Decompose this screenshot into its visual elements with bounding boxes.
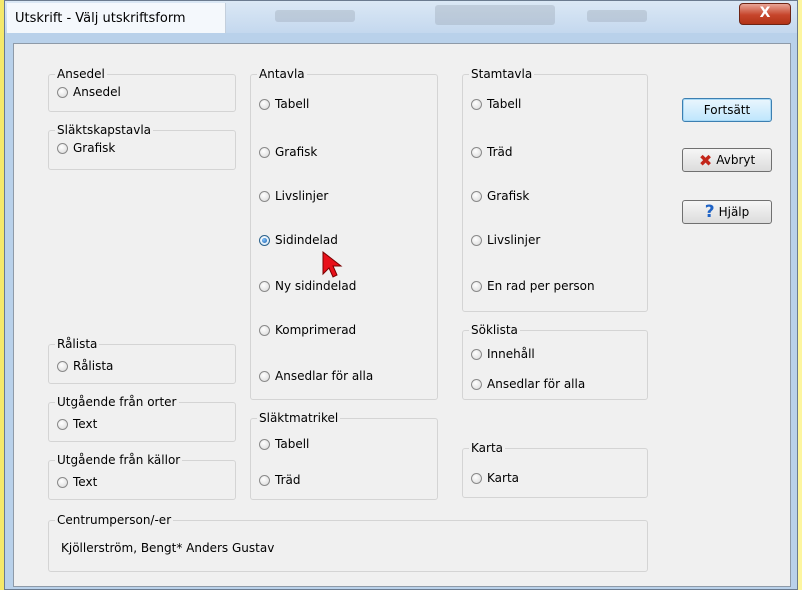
red-x-icon: ✖: [698, 150, 713, 170]
help-button[interactable]: ? Hjälp: [682, 200, 772, 224]
group-title: Söklista: [469, 322, 520, 338]
group-ralista: Rålista Rålista: [48, 336, 236, 384]
radio-stamtavla-grafisk[interactable]: Grafisk: [471, 189, 529, 203]
radio-ralista[interactable]: Rålista: [57, 359, 113, 373]
centrumperson-value: Kjöllerström, Bengt* Anders Gustav: [61, 541, 275, 555]
radio-antavla-grafisk[interactable]: Grafisk: [259, 145, 317, 159]
radio-button-icon: [471, 98, 482, 110]
group-utgaende-kallor: Utgående från källor Text: [48, 452, 236, 500]
radio-button-icon: [259, 324, 270, 336]
radio-slaktmatrikel-tabell[interactable]: Tabell: [259, 437, 309, 451]
window-title: Utskrift - Välj utskriftsform: [15, 11, 186, 26]
question-mark-icon: ?: [704, 202, 715, 222]
radio-orter-text[interactable]: Text: [57, 417, 97, 431]
dialog-window: Utskrift - Välj utskriftsform X Ansedel …: [4, 0, 798, 590]
group-title: Ansedel: [55, 66, 107, 82]
group-title: Utgående från källor: [55, 452, 183, 468]
close-button[interactable]: X: [739, 3, 791, 25]
radio-button-icon: [57, 476, 68, 488]
cancel-button[interactable]: ✖ Avbryt: [682, 148, 772, 172]
dialog-client-area: Ansedel Ansedel Släktskapstavla Grafisk …: [13, 43, 791, 587]
radio-stamtavla-trad[interactable]: Träd: [471, 145, 512, 159]
group-centrumperson: Centrumperson/-er Kjöllerström, Bengt* A…: [48, 512, 648, 572]
radio-button-icon: [471, 378, 482, 390]
radio-button-icon: [471, 348, 482, 360]
radio-slaktskapstavla-grafisk[interactable]: Grafisk: [57, 141, 115, 155]
background-window-title: [587, 10, 647, 22]
radio-button-icon: [259, 474, 270, 486]
radio-kallor-text[interactable]: Text: [57, 475, 97, 489]
radio-button-icon: [471, 146, 482, 158]
continue-button[interactable]: Fortsätt: [682, 98, 772, 122]
group-antavla: Antavla Tabell Grafisk Livslinjer Sidind…: [250, 66, 438, 400]
radio-ansedel[interactable]: Ansedel: [57, 85, 121, 99]
group-title: Stamtavla: [469, 66, 535, 82]
radio-button-icon: [259, 280, 270, 292]
radio-button-icon: [471, 190, 482, 202]
group-title: Släktskapstavla: [55, 122, 154, 138]
radio-antavla-sidindelad[interactable]: Sidindelad: [259, 233, 338, 247]
group-slaktskapstavla: Släktskapstavla Grafisk: [48, 122, 236, 170]
radio-button-icon: [57, 86, 68, 98]
radio-soklista-ansedlar[interactable]: Ansedlar för alla: [471, 377, 585, 391]
mouse-cursor-icon: [322, 250, 343, 278]
group-slaktmatrikel: Släktmatrikel Tabell Träd: [250, 410, 438, 500]
radio-button-icon: [471, 234, 482, 246]
group-title: Antavla: [257, 66, 307, 82]
group-title: Karta: [469, 440, 506, 456]
title-tab: Utskrift - Välj utskriftsform: [7, 3, 226, 33]
group-title: Släktmatrikel: [257, 410, 341, 426]
group-utgaende-orter: Utgående från orter Text: [48, 394, 236, 442]
group-title: Utgående från orter: [55, 394, 179, 410]
radio-stamtavla-tabell[interactable]: Tabell: [471, 97, 521, 111]
radio-button-icon: [57, 360, 68, 372]
radio-antavla-ansedlar[interactable]: Ansedlar för alla: [259, 369, 373, 383]
radio-button-icon: [259, 438, 270, 450]
radio-button-selected-icon: [259, 234, 270, 246]
group-karta: Karta Karta: [462, 440, 648, 498]
radio-button-icon: [259, 146, 270, 158]
radio-karta[interactable]: Karta: [471, 471, 519, 485]
group-stamtavla: Stamtavla Tabell Träd Grafisk Livslinjer…: [462, 66, 648, 312]
background-window-title: [275, 10, 355, 22]
title-bar[interactable]: Utskrift - Välj utskriftsform X: [5, 1, 797, 33]
group-title: Rålista: [55, 336, 100, 352]
radio-slaktmatrikel-trad[interactable]: Träd: [259, 473, 300, 487]
radio-antavla-komprimerad[interactable]: Komprimerad: [259, 323, 356, 337]
radio-antavla-ny-sidindelad[interactable]: Ny sidindelad: [259, 279, 356, 293]
group-title: Centrumperson/-er: [55, 512, 174, 528]
radio-soklista-innehall[interactable]: Innehåll: [471, 347, 535, 361]
radio-button-icon: [57, 142, 68, 154]
radio-button-icon: [259, 370, 270, 382]
radio-stamtavla-livslinjer[interactable]: Livslinjer: [471, 233, 540, 247]
radio-antavla-livslinjer[interactable]: Livslinjer: [259, 189, 328, 203]
radio-button-icon: [259, 98, 270, 110]
radio-button-icon: [259, 190, 270, 202]
radio-button-icon: [57, 418, 68, 430]
radio-button-icon: [471, 280, 482, 292]
radio-antavla-tabell[interactable]: Tabell: [259, 97, 309, 111]
group-soklista: Söklista Innehåll Ansedlar för alla: [462, 322, 648, 400]
close-icon: X: [759, 5, 771, 21]
radio-stamtavla-en-rad[interactable]: En rad per person: [471, 279, 595, 293]
group-ansedel: Ansedel Ansedel: [48, 66, 236, 112]
background-window-title: [435, 5, 555, 25]
radio-button-icon: [471, 472, 482, 484]
